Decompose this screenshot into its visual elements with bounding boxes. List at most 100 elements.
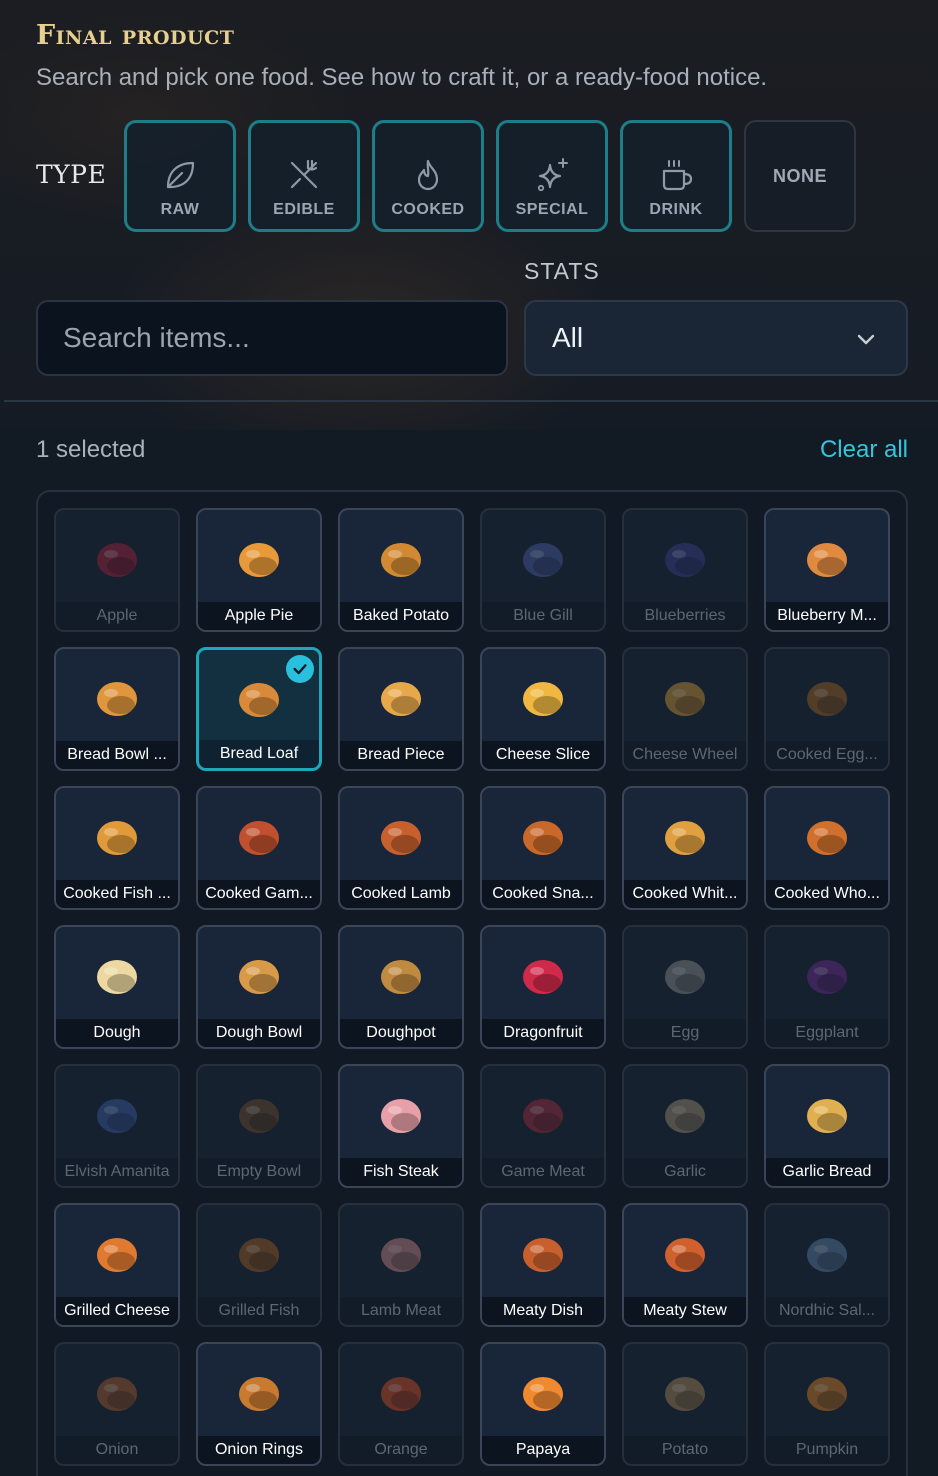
item-card[interactable]: Dough Bowl [196,925,322,1049]
item-card[interactable]: Blueberry M... [764,508,890,632]
item-card[interactable]: Apple Pie [196,508,322,632]
item-card[interactable]: Blueberries [622,508,748,632]
drumstick-icon [239,1238,279,1272]
item-icon-wrap [198,1205,320,1301]
item-icon-wrap [482,510,604,606]
leaf-icon [166,161,195,189]
item-card[interactable]: Cooked Who... [764,786,890,910]
item-card[interactable]: Egg [622,925,748,1049]
item-name: Cooked Whit... [624,880,746,908]
item-icon-wrap [340,1066,462,1162]
item-icon-wrap [766,1344,888,1440]
item-card[interactable]: Bread Piece [338,647,464,771]
item-icon-wrap [56,1066,178,1162]
pumpkin-icon [807,1377,847,1411]
type-button-special[interactable]: SPECIAL [496,120,608,232]
bread-piece-icon [381,682,421,716]
pie-icon [239,543,279,577]
potato-icon [665,1377,705,1411]
item-card[interactable]: Bread Bowl ... [54,647,180,771]
item-name: Onion Rings [198,1436,320,1464]
item-name: Cooked Sna... [482,880,604,908]
item-card[interactable]: Cooked Sna... [480,786,606,910]
item-card[interactable]: Meaty Dish [480,1203,606,1327]
item-name: Pumpkin [766,1436,888,1464]
item-name: Cheese Wheel [624,741,746,769]
item-card[interactable]: Grilled Fish [196,1203,322,1327]
garlic-icon [665,1099,705,1133]
item-card[interactable]: Orange [338,1342,464,1466]
type-button-cooked[interactable]: COOKED [372,120,484,232]
item-icon-wrap [340,649,462,745]
cheese-icon [523,682,563,716]
item-icon-wrap [198,1066,320,1162]
item-card[interactable]: Game Meat [480,1064,606,1188]
item-card[interactable]: Bread Loaf [196,647,322,771]
type-button-none[interactable]: NONE [744,120,856,232]
item-icon-wrap [624,1205,746,1301]
item-name: Orange [340,1436,462,1464]
type-filter-label: TYPE [36,160,107,189]
dough-icon [97,960,137,994]
item-card[interactable]: Apple [54,508,180,632]
item-name: Doughpot [340,1019,462,1047]
item-name: Cooked Lamb [340,880,462,908]
chevron-down-icon [857,334,875,345]
item-card[interactable]: Garlic Bread [764,1064,890,1188]
item-card[interactable]: Dough [54,925,180,1049]
type-button-edible[interactable]: EDIBLE [248,120,360,232]
item-card[interactable]: Onion [54,1342,180,1466]
item-card[interactable]: Cooked Fish ... [54,786,180,910]
dragonfruit-icon [523,960,563,994]
item-card[interactable]: Cooked Egg... [764,647,890,771]
item-card[interactable]: Fish Steak [338,1064,464,1188]
item-card[interactable]: Onion Rings [196,1342,322,1466]
item-icon-wrap [56,927,178,1023]
bowl-icon [239,1099,279,1133]
item-card[interactable]: Papaya [480,1342,606,1466]
item-card[interactable]: Cooked Lamb [338,786,464,910]
item-icon-wrap [624,649,746,745]
search-input[interactable] [36,300,508,376]
item-card[interactable]: Cooked Gam... [196,786,322,910]
item-card[interactable]: Garlic [622,1064,748,1188]
item-card[interactable]: Dragonfruit [480,925,606,1049]
item-card[interactable]: Cooked Whit... [622,786,748,910]
item-name: Potato [624,1436,746,1464]
item-name: Empty Bowl [198,1158,320,1186]
item-card[interactable]: Pumpkin [764,1342,890,1466]
type-button-label: COOKED [391,201,465,218]
item-name: Blueberry M... [766,602,888,630]
drumstick-icon [523,821,563,855]
item-icon-wrap [340,510,462,606]
item-card[interactable]: Meaty Stew [622,1203,748,1327]
item-grid: Apple Apple Pie Baked Potato Blue Gill Blueb… [36,490,908,1476]
papaya-icon [523,1377,563,1411]
item-card[interactable]: Lamb Meat [338,1203,464,1327]
item-card[interactable]: Baked Potato [338,508,464,632]
item-card[interactable]: Elvish Amanita [54,1064,180,1188]
item-icon-wrap [56,1344,178,1440]
item-card[interactable]: Eggplant [764,925,890,1049]
item-name: Apple [56,602,178,630]
item-name: Meaty Stew [624,1297,746,1325]
item-card[interactable]: Blue Gill [480,508,606,632]
item-name: Elvish Amanita [56,1158,178,1186]
type-button-raw[interactable]: RAW [124,120,236,232]
item-card[interactable]: Cheese Slice [480,647,606,771]
clear-all-button[interactable]: Clear all [820,436,908,464]
cheese-wheel-icon [665,682,705,716]
selected-count: 1 selected [36,436,146,463]
item-icon-wrap [624,1066,746,1162]
item-card[interactable]: Potato [622,1342,748,1466]
item-card[interactable]: Cheese Wheel [622,647,748,771]
stats-select[interactable]: All [524,300,908,376]
item-card[interactable]: Doughpot [338,925,464,1049]
item-card[interactable]: Empty Bowl [196,1064,322,1188]
item-icon-wrap [766,649,888,745]
type-button-drink[interactable]: DRINK [620,120,732,232]
item-card[interactable]: Nordhic Sal... [764,1203,890,1327]
onion-rings-icon [239,1377,279,1411]
item-card[interactable]: Grilled Cheese [54,1203,180,1327]
item-name: Cooked Gam... [198,880,320,908]
